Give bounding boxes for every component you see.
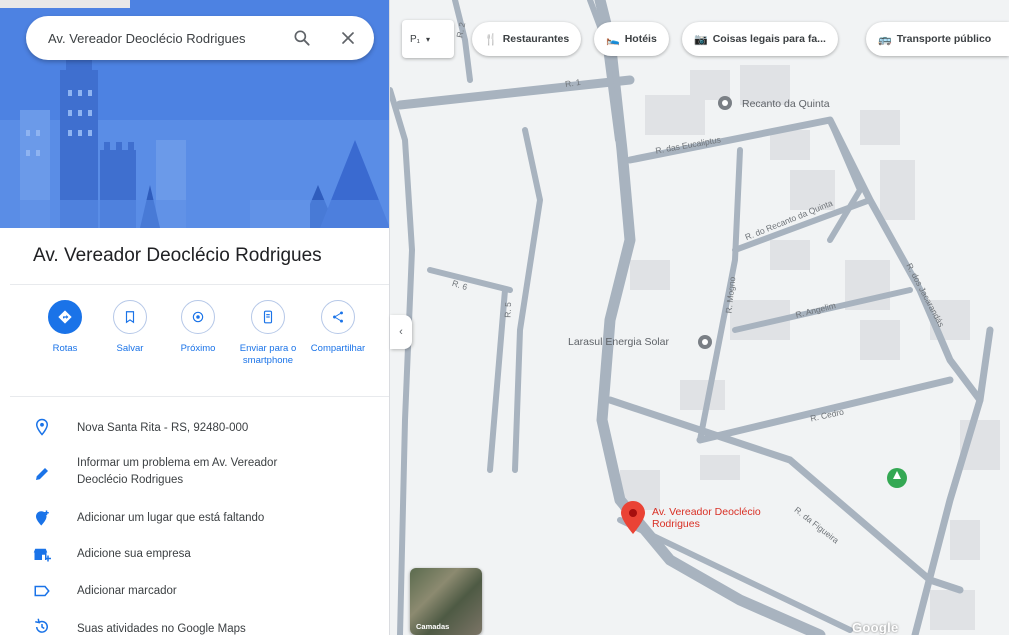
add-business-icon (33, 548, 51, 562)
search-icon[interactable] (292, 28, 312, 48)
divider (10, 284, 389, 285)
chip-label: Coisas legais para fa... (712, 33, 826, 45)
poi-larasul-energia-solar[interactable]: Larasul Energia Solar (568, 336, 669, 348)
page-title: Av. Vereador Deoclécio Rodrigues (33, 245, 322, 266)
layers-label: Camadas (416, 622, 450, 631)
chip-restaurants[interactable]: 🍴 Restaurantes (472, 22, 582, 56)
chip-label: Restaurantes (502, 33, 570, 45)
add-business-text: Adicione sua empresa (77, 548, 191, 560)
chip-transit[interactable]: 🚌 Transporte público (866, 22, 1009, 56)
map-canvas[interactable] (390, 0, 1009, 635)
save-button[interactable]: Salvar (95, 300, 165, 355)
transit-icon: 🚌 (878, 33, 892, 46)
chevron-left-icon: ‹ (399, 326, 403, 338)
street-label: R. 1 (564, 76, 582, 90)
send-to-phone-icon (251, 300, 285, 334)
activity-text: Suas atividades no Google Maps (77, 623, 246, 635)
close-icon[interactable] (338, 28, 358, 48)
map-type-chip[interactable]: P₁ ▾ (402, 20, 454, 58)
layers-button[interactable]: Camadas (410, 568, 482, 635)
chip-hotels[interactable]: 🛌 Hotéis (594, 22, 669, 56)
share-label: Compartilhar (310, 343, 366, 354)
add-place-text: Adicionar um lugar que está faltando (77, 512, 265, 524)
google-logo: Google (852, 620, 899, 635)
nearby-button[interactable]: Próximo (163, 300, 233, 355)
edit-pencil-icon (36, 468, 48, 480)
add-label-text: Adicionar marcador (77, 585, 177, 597)
chip-label: Transporte público (896, 33, 992, 45)
chip-things-to-do[interactable]: 📷 Coisas legais para fa... (682, 22, 838, 56)
window-top-strip (0, 0, 130, 8)
share-button[interactable]: Compartilhar (300, 300, 376, 355)
directions-icon (48, 300, 82, 334)
bookmark-icon (113, 300, 147, 334)
street-label: R. 5 (502, 302, 514, 318)
action-bar: Rotas Salvar Próximo Enviar para o smart… (10, 300, 389, 390)
collapse-panel-button[interactable]: ‹ (390, 315, 412, 349)
address-text: Nova Santa Rita - RS, 92480-000 (77, 422, 249, 434)
map-type-label: P₁ (410, 33, 421, 45)
chevron-down-icon: ▾ (426, 34, 431, 44)
location-pin-icon (35, 418, 49, 436)
directions-button[interactable]: Rotas (30, 300, 100, 355)
poi-recanto-da-quinta[interactable]: Recanto da Quinta (742, 98, 830, 110)
share-icon (321, 300, 355, 334)
divider (10, 396, 389, 397)
save-label: Salvar (116, 343, 144, 354)
camera-icon: 📷 (694, 33, 708, 46)
nearby-icon (181, 300, 215, 334)
search-box[interactable] (26, 16, 374, 60)
pin-label[interactable]: Av. Vereador Deoclécio Rodrigues (652, 506, 772, 530)
search-input[interactable] (48, 30, 278, 46)
send-to-phone-button[interactable]: Enviar para o smartphone (232, 300, 304, 367)
add-place-icon (36, 510, 49, 526)
chip-label: Hotéis (624, 33, 657, 45)
send-to-phone-label: Enviar para o smartphone (239, 343, 297, 366)
history-icon (35, 618, 48, 633)
directions-label: Rotas (52, 343, 78, 354)
place-panel: Av. Vereador Deoclécio Rodrigues Rotas S… (0, 0, 390, 635)
label-icon (34, 585, 50, 597)
hotel-icon: 🛌 (606, 33, 620, 46)
nearby-label: Próximo (180, 343, 216, 354)
map-roads (390, 0, 1009, 635)
restaurant-icon: 🍴 (484, 33, 498, 46)
report-problem-text: Informar um problema em Av. Vereador Deo… (77, 457, 278, 486)
